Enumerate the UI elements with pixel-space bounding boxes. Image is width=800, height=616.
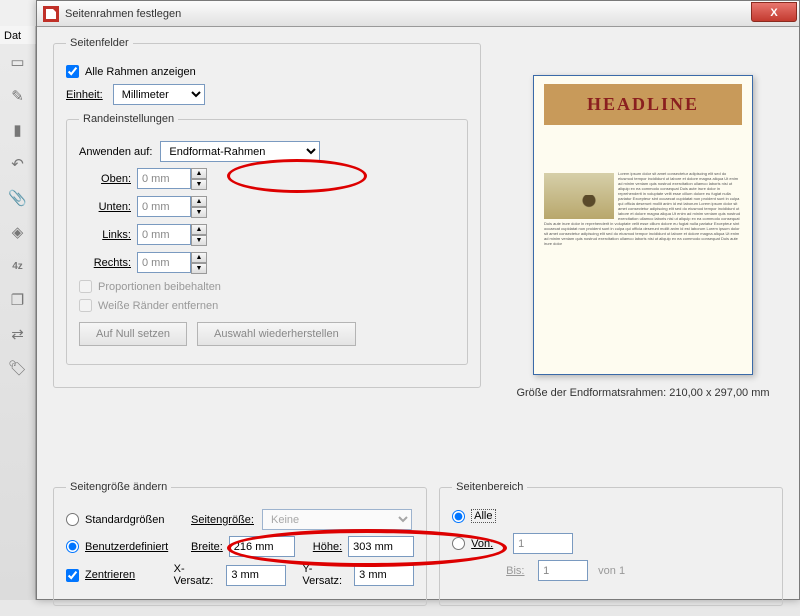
tag-icon[interactable]: 🏷 [6,356,30,380]
preview-headline: HEADLINE [544,84,742,125]
label-left: Links: [79,229,131,241]
spinner-right[interactable]: ▲▼ [191,252,207,274]
label-top: Oben: [79,173,131,185]
swap-icon[interactable]: ⇄ [6,322,30,346]
label-bottom: Unten: [79,201,131,213]
label-all-pages: Alle [471,509,495,523]
label-apply-to: Anwenden auf: [79,146,152,158]
checkbox-remove-white [79,299,92,312]
preview-image [544,173,614,219]
label-constrain: Proportionen beibehalten [98,281,221,293]
label-unit: Einheit: [66,89,103,101]
signature-icon[interactable]: ✎ [6,84,30,108]
input-left[interactable] [137,224,191,245]
preview-pane: HEADLINE Lorem ipsum dolor sit amet cons… [513,75,773,425]
button-revert-selection[interactable]: Auswahl wiederherstellen [197,322,356,346]
select-apply-to[interactable]: Endformat-Rahmen [160,141,320,162]
label-width: Breite: [191,541,223,553]
input-top[interactable] [137,168,191,189]
input-bottom[interactable] [137,196,191,217]
dialog-set-page-boxes: Seitenrahmen festlegen X Seitenfelder Al… [36,0,800,600]
label-remove-white: Weiße Ränder entfernen [98,300,218,312]
label-custom: Benutzerdefiniert [85,541,185,553]
radio-from[interactable] [452,537,465,550]
input-right[interactable] [137,252,191,273]
legend-margins: Randeinstellungen [79,113,178,125]
label-of-total: von 1 [598,565,625,577]
dialog-title: Seitenrahmen festlegen [65,8,181,20]
legend-page-range: Seitenbereich [452,481,527,493]
legend-change-page-size: Seitengröße ändern [66,481,171,493]
copy-icon[interactable]: ❐ [6,288,30,312]
page-icon[interactable]: ▭ [6,50,30,74]
fieldset-change-page-size: Seitengröße ändern Standardgrößen Seiten… [53,481,427,606]
radio-custom[interactable] [66,540,79,553]
bookmark-icon[interactable]: ▮ [6,118,30,142]
close-button[interactable]: X [751,2,797,22]
label-from: Von: [471,538,507,550]
checkbox-center[interactable] [66,569,79,582]
attach-icon[interactable]: 📎 [6,186,30,210]
label-center: Zentrieren [85,569,168,581]
pdf-app-icon [43,6,59,22]
label-xoffset: X-Versatz: [174,563,223,587]
preview-body-text: Lorem ipsum dolor sit amet consectetur a… [544,171,742,246]
preview-caption: Größe der Endformatsrahmen: 210,00 x 297… [513,387,773,399]
label-show-all-frames: Alle Rahmen anzeigen [85,66,196,78]
undo-icon[interactable]: ↶ [6,152,30,176]
label-yoffset: Y-Versatz: [302,563,350,587]
label-to: Bis: [506,565,532,577]
dialog-titlebar[interactable]: Seitenrahmen festlegen X [37,1,799,27]
input-to [538,560,588,581]
app-menubar: Dat [0,26,36,46]
label-right: Rechts: [79,257,131,269]
fieldset-page-range: Seitenbereich Alle Von: Bis: von 1 [439,481,783,606]
checkbox-constrain [79,280,92,293]
checkbox-show-all-frames[interactable] [66,65,79,78]
spinner-left[interactable]: ▲▼ [191,224,207,246]
layers-icon[interactable]: ◈ [6,220,30,244]
label-pagesize: Seitengröße: [191,514,254,526]
spinner-bottom[interactable]: ▲▼ [191,196,207,218]
input-from [513,533,573,554]
numbers-icon[interactable]: 4z [6,254,30,278]
spinner-top[interactable]: ▲▼ [191,168,207,190]
radio-fixed-sizes[interactable] [66,513,79,526]
input-xoffset[interactable] [226,565,286,586]
fieldset-page-fields: Seitenfelder Alle Rahmen anzeigen Einhei… [53,37,481,388]
preview-page: HEADLINE Lorem ipsum dolor sit amet cons… [533,75,753,375]
label-fixed-sizes: Standardgrößen [85,514,185,526]
close-icon: X [770,7,777,19]
side-toolbar: ▭ ✎ ▮ ↶ 📎 ◈ 4z ❐ ⇄ 🏷 [0,44,36,600]
input-yoffset[interactable] [354,565,414,586]
input-width[interactable] [229,536,295,557]
button-set-zero[interactable]: Auf Null setzen [79,322,187,346]
radio-all-pages[interactable] [452,510,465,523]
fieldset-margins: Randeinstellungen Anwenden auf: Endforma… [66,113,468,365]
select-pagesize: Keine [262,509,412,530]
select-unit[interactable]: Millimeter [113,84,205,105]
label-height: Höhe: [313,541,342,553]
menu-item-partial[interactable]: Dat [4,30,21,42]
legend-page-fields: Seitenfelder [66,37,133,49]
input-height[interactable] [348,536,414,557]
